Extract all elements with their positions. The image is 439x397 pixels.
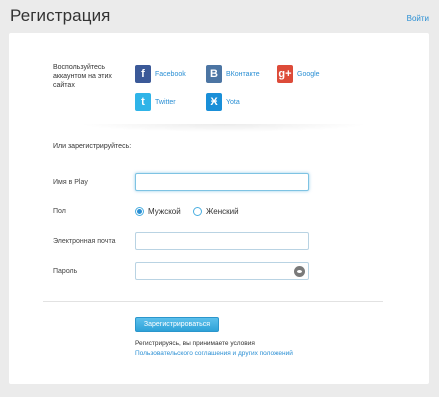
email-label: Электронная почта bbox=[53, 238, 116, 245]
gender-female-label: Женский bbox=[206, 207, 239, 216]
password-label: Пароль bbox=[53, 268, 78, 275]
facebook-login-button[interactable]: f Facebook bbox=[135, 65, 186, 83]
yota-login-button[interactable]: Ӿ Yota bbox=[206, 93, 240, 111]
name-label: Имя в Play bbox=[53, 179, 88, 186]
login-link[interactable]: Войти bbox=[407, 14, 429, 23]
facebook-label: Facebook bbox=[155, 70, 186, 78]
twitter-icon: t bbox=[135, 93, 151, 111]
or-register-label: Или зарегистрируйтесь: bbox=[53, 143, 132, 150]
terms-text: Регистрируясь, вы принимаете условия Пол… bbox=[135, 339, 305, 359]
twitter-label: Twitter bbox=[155, 98, 176, 106]
yota-label: Yota bbox=[226, 98, 240, 106]
gender-label: Пол bbox=[53, 208, 66, 215]
register-button[interactable]: Зарегистрироваться bbox=[135, 317, 219, 332]
email-input[interactable] bbox=[135, 232, 309, 250]
yota-icon: Ӿ bbox=[206, 93, 222, 111]
google-login-button[interactable]: g+ Google bbox=[277, 65, 320, 83]
section-divider bbox=[79, 124, 369, 132]
form-divider bbox=[43, 301, 383, 302]
twitter-login-button[interactable]: t Twitter bbox=[135, 93, 176, 111]
terms-link[interactable]: Пользовательского соглашения и других по… bbox=[135, 350, 293, 357]
show-password-eye-icon[interactable] bbox=[294, 266, 305, 277]
radio-selected-icon bbox=[135, 207, 144, 216]
registration-card: Воспользуйтесь аккаунтом на этих сайтах … bbox=[9, 33, 429, 384]
password-input[interactable] bbox=[135, 262, 309, 280]
radio-unselected-icon bbox=[193, 207, 202, 216]
vkontakte-login-button[interactable]: В ВКонтакте bbox=[206, 65, 260, 83]
terms-prefix: Регистрируясь, вы принимаете условия bbox=[135, 340, 255, 347]
gender-radio-female[interactable]: Женский bbox=[193, 207, 239, 216]
gender-radio-male[interactable]: Мужской bbox=[135, 207, 181, 216]
facebook-icon: f bbox=[135, 65, 151, 83]
google-label: Google bbox=[297, 70, 320, 78]
name-input[interactable] bbox=[135, 173, 309, 191]
vkontakte-label: ВКонтакте bbox=[226, 70, 260, 78]
social-login-label: Воспользуйтесь аккаунтом на этих сайтах bbox=[53, 64, 112, 89]
google-plus-icon: g+ bbox=[277, 65, 293, 83]
gender-male-label: Мужской bbox=[148, 207, 181, 216]
page-title: Регистрация bbox=[10, 6, 111, 25]
vkontakte-icon: В bbox=[206, 65, 222, 83]
